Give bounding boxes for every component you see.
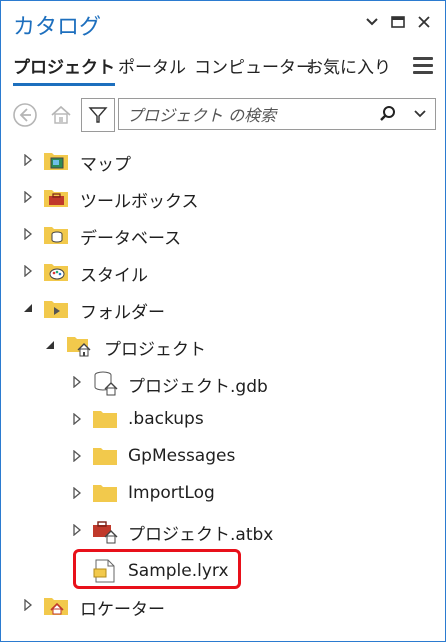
collapse-arrow-icon[interactable] [21,301,35,315]
chevron-down-icon[interactable] [361,11,383,33]
catalog-pane: カタログ プロジェクト ポータル コンピューター お気に入り プロジェクト の検… [0,0,446,642]
tree-item-label: プロジェクト.gdb [128,377,268,397]
tree-item-maps[interactable]: マップ [1,143,445,179]
style-folder-icon [43,258,69,284]
folder-icon [92,443,118,469]
tree-item-locators[interactable]: ロケーター [1,588,445,624]
tab-project[interactable]: プロジェクト [13,53,115,86]
layer-file-icon [92,558,118,584]
tree-item-atbx[interactable]: プロジェクト.atbx [1,513,445,549]
home-icon[interactable] [45,98,77,132]
tree-item-lyrx[interactable]: Sample.lyrx [1,554,445,590]
tree-item-label: フォルダー [80,303,165,323]
search-box[interactable] [118,98,436,130]
database-folder-icon [43,221,69,247]
maximize-icon[interactable] [387,11,409,33]
expand-arrow-icon[interactable] [70,523,84,537]
toolbox-folder-icon [43,184,69,210]
collapse-arrow-icon[interactable] [43,338,57,352]
tree-item-styles[interactable]: スタイル [1,254,445,290]
tree-item-toolboxes[interactable]: ツールボックス [1,180,445,216]
home-folder-icon [66,332,92,358]
tab-bar: プロジェクト ポータル コンピューター お気に入り [1,49,445,86]
tree-item-label: ロケーター [80,600,165,620]
tree-item-label: Sample.lyrx [128,561,229,581]
tree-item-gpmessages[interactable]: GpMessages [1,439,445,475]
expand-arrow-icon[interactable] [21,264,35,278]
search-icon[interactable] [377,103,399,125]
tab-computer[interactable]: コンピューター [194,53,313,78]
expand-arrow-icon[interactable] [70,412,84,426]
toolbar [1,95,445,135]
chevron-down-icon[interactable] [409,103,431,125]
expand-arrow-icon[interactable] [21,190,35,204]
search-input[interactable] [125,103,379,127]
tree-item-importlog[interactable]: ImportLog [1,476,445,512]
tree-item-label: スタイル [80,266,148,286]
tree-item-label: マップ [80,155,131,175]
back-icon[interactable] [9,98,41,132]
tree-item-folders[interactable]: フォルダー [1,291,445,327]
expand-arrow-icon[interactable] [70,375,84,389]
expand-arrow-icon[interactable] [70,486,84,500]
tree-item-label: .backups [128,409,204,429]
locator-folder-icon [43,592,69,618]
folder-icon [92,480,118,506]
tree-item-label: プロジェクト.atbx [128,525,274,545]
tree-item-backups[interactable]: .backups [1,402,445,438]
tab-portal[interactable]: ポータル [118,53,186,78]
filter-icon[interactable] [81,98,115,132]
folders-folder-icon [43,295,69,321]
tree-item-label: GpMessages [128,446,236,466]
expand-arrow-icon[interactable] [21,153,35,167]
tree-item-project-folder[interactable]: プロジェクト [1,328,445,364]
tree-item-label: プロジェクト [104,340,206,360]
folder-icon [92,406,118,432]
toolbox-icon [92,517,118,544]
close-icon[interactable] [413,11,435,33]
tree-item-gdb[interactable]: プロジェクト.gdb [1,365,445,401]
pane-title: カタログ [13,15,102,40]
tree-item-label: ツールボックス [80,192,199,212]
tree-item-databases[interactable]: データベース [1,217,445,253]
menu-icon[interactable] [413,57,433,78]
tab-favorites[interactable]: お気に入り [306,53,391,78]
expand-arrow-icon[interactable] [21,227,35,241]
map-folder-icon [43,147,69,173]
title-bar: カタログ [1,1,445,45]
geodatabase-icon [92,369,118,396]
expand-arrow-icon[interactable] [21,598,35,612]
expand-arrow-icon[interactable] [70,449,84,463]
tree-item-label: データベース [80,229,182,249]
tree-item-label: ImportLog [128,483,215,503]
